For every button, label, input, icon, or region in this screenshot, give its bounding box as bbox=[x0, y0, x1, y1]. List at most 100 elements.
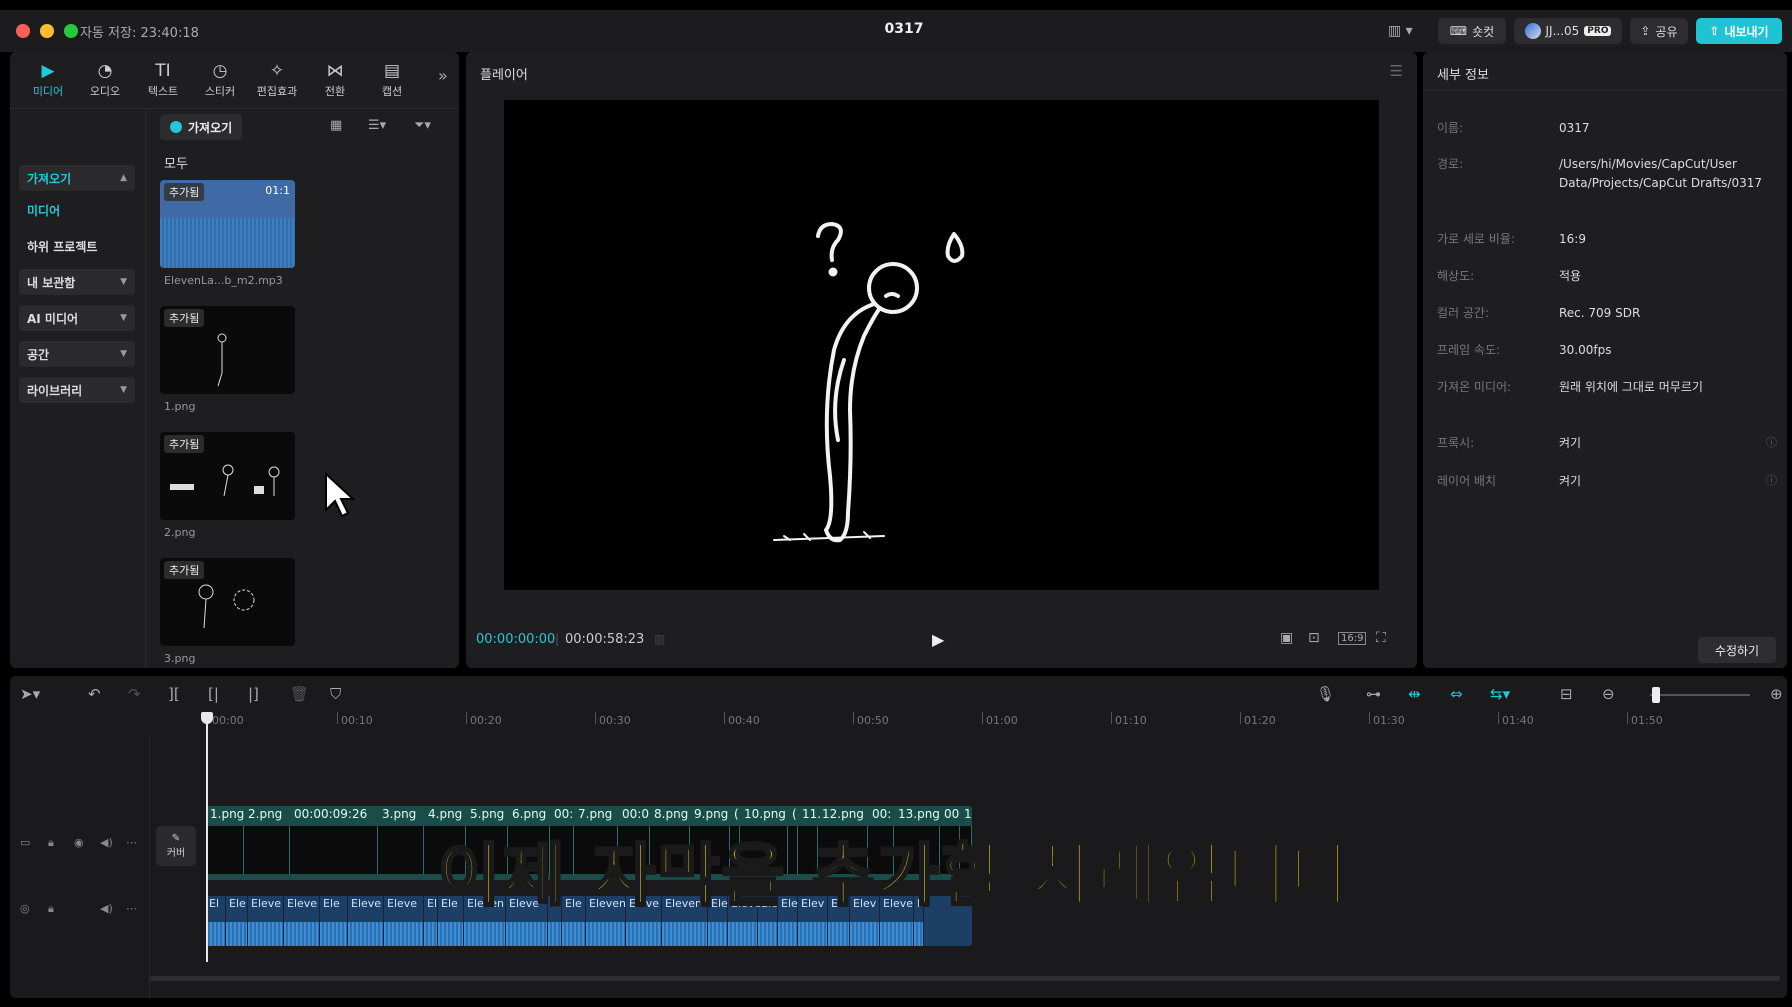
audio-waveform bbox=[798, 922, 827, 946]
link-icon[interactable]: ⊶ bbox=[1366, 685, 1381, 703]
media-item-image[interactable]: 추가됨 bbox=[160, 306, 295, 394]
audio-waveform bbox=[506, 922, 547, 946]
horizontal-scrollbar[interactable] bbox=[150, 976, 1780, 981]
video-clip-label: 11. bbox=[802, 807, 822, 821]
more-tabs-icon[interactable]: » bbox=[438, 66, 448, 85]
ruler-tick-label: 01:10 bbox=[1115, 714, 1147, 727]
undo-icon[interactable]: ↶ bbox=[88, 685, 101, 703]
media-item-name: 1.png bbox=[164, 400, 196, 413]
video-clip-label: 3.png bbox=[382, 807, 417, 821]
time-ruler[interactable]: 00:00 00:10 00:20 00:30 00:40 00:50 01:00 01:10… bbox=[208, 712, 1778, 732]
microphone-icon[interactable]: 🎙 bbox=[1316, 685, 1335, 703]
video-preview[interactable] bbox=[504, 100, 1379, 590]
chevron-down-icon: ▼ bbox=[120, 313, 127, 323]
ruler-tick-label: 00:40 bbox=[728, 714, 760, 727]
waveform-mini-icon: ▥ bbox=[654, 632, 666, 646]
trim-right-icon[interactable]: |] bbox=[248, 685, 259, 703]
share-button[interactable]: ⇪ 공유 bbox=[1630, 18, 1688, 44]
link-clips-icon[interactable]: ⇔ bbox=[1450, 685, 1463, 703]
ruler-tick bbox=[1498, 712, 1499, 724]
caption-icon: ▤ bbox=[383, 60, 401, 81]
divider bbox=[1423, 90, 1787, 91]
snap-icon[interactable]: ⇹ bbox=[1408, 685, 1421, 703]
tab-sticker[interactable]: ◷ 스티커 bbox=[193, 58, 247, 102]
stick-figure-thumbnail bbox=[217, 333, 227, 387]
play-button[interactable]: ▶ bbox=[932, 630, 944, 649]
chevron-down-icon: ▼ bbox=[120, 349, 127, 359]
tab-caption[interactable]: ▤ 캡션 bbox=[365, 58, 419, 102]
trim-left-icon[interactable]: [| bbox=[208, 685, 219, 703]
help-icon[interactable]: ⓘ bbox=[1766, 434, 1777, 450]
ruler-tick-label: 00:50 bbox=[857, 714, 889, 727]
audio-waveform bbox=[626, 922, 661, 946]
grid-view-icon[interactable]: ▦ bbox=[330, 118, 342, 133]
zoom-slider-handle[interactable] bbox=[1652, 687, 1660, 703]
audio-waveform bbox=[248, 922, 283, 946]
split-icon[interactable]: ][ bbox=[168, 685, 180, 703]
filter-icon[interactable]: ⏷▾ bbox=[414, 118, 431, 133]
video-clip-label: 10.png bbox=[744, 807, 786, 821]
nav-ai-media[interactable]: AI 미디어 ▼ bbox=[19, 305, 135, 331]
export-icon: ⇧ bbox=[1709, 24, 1720, 38]
audio-waveform bbox=[348, 922, 383, 946]
video-clip-label: 12.png bbox=[822, 807, 864, 821]
fullscreen-icon[interactable]: ⛶ bbox=[1376, 630, 1386, 646]
share-icon: ⇪ bbox=[1640, 24, 1651, 38]
duration-label: 01:1 bbox=[265, 184, 290, 197]
aspect-ratio-button[interactable]: 16:9 bbox=[1338, 632, 1367, 645]
tab-text[interactable]: TI 텍스트 bbox=[136, 58, 190, 102]
nav-subprojects[interactable]: 하위 프로젝트 bbox=[19, 233, 135, 259]
zoom-in-icon[interactable]: ⊕ bbox=[1770, 685, 1783, 703]
help-icon[interactable]: ⓘ bbox=[1766, 472, 1777, 488]
zoom-fit-icon[interactable]: ⊡ bbox=[1308, 630, 1320, 646]
tab-media[interactable]: ▶ 미디어 bbox=[21, 58, 75, 102]
nav-my-library[interactable]: 내 보관함 ▼ bbox=[19, 269, 135, 295]
zoom-slider[interactable] bbox=[1650, 694, 1750, 696]
ruler-tick bbox=[466, 712, 467, 724]
tab-transition[interactable]: ⋈ 전환 bbox=[308, 58, 362, 102]
nav-library[interactable]: 라이브러리 ▼ bbox=[19, 377, 135, 403]
video-subtitle-overlay: 이제 자막을 추가할 차례입니다 bbox=[436, 836, 1355, 918]
account-button[interactable]: JJ...05 PRO bbox=[1514, 18, 1622, 44]
audio-waveform bbox=[850, 922, 879, 946]
redo-icon[interactable]: ↷ bbox=[128, 685, 141, 703]
edit-button[interactable]: 수정하기 bbox=[1698, 637, 1776, 663]
select-tool-icon[interactable]: ➤▾ bbox=[20, 685, 40, 703]
nav-space[interactable]: 공간 ▼ bbox=[19, 341, 135, 367]
menu-icon[interactable]: ☰ bbox=[1390, 62, 1403, 80]
sort-icon[interactable]: ☰▾ bbox=[368, 118, 386, 133]
frame-icon[interactable]: ▣ bbox=[1280, 630, 1293, 646]
video-clip-label: ( bbox=[734, 807, 739, 821]
nav-media[interactable]: 미디어 bbox=[19, 197, 135, 223]
tab-effects[interactable]: ✧ 편집효과 bbox=[250, 58, 304, 102]
video-clip-label: 1.png bbox=[210, 807, 245, 821]
nav-import[interactable]: 가져오기 ▲ bbox=[19, 165, 135, 191]
ruler-tick-label: 00:20 bbox=[470, 714, 502, 727]
shortcut-button[interactable]: ⌨ 숏컷 bbox=[1438, 18, 1506, 44]
preview-axis-icon[interactable]: ⇆▾ bbox=[1490, 685, 1510, 703]
media-item-image[interactable]: 추가됨 bbox=[160, 558, 295, 646]
audio-waveform bbox=[586, 922, 625, 946]
export-button[interactable]: ⇧ 내보내기 bbox=[1696, 18, 1782, 44]
zoom-out-icon[interactable]: ⊖ bbox=[1602, 685, 1615, 703]
marker-icon[interactable]: ⛉ bbox=[330, 685, 341, 703]
ruler-tick-label: 01:50 bbox=[1631, 714, 1663, 727]
filter-all-label[interactable]: 모두 bbox=[164, 153, 188, 172]
video-clip-label: 9.png bbox=[694, 807, 729, 821]
layout-icon[interactable]: ▥ ▾ bbox=[1388, 23, 1413, 39]
user-name: JJ...05 bbox=[1545, 24, 1580, 38]
effects-icon: ✧ bbox=[269, 60, 285, 81]
audio-waveform bbox=[438, 922, 463, 946]
video-clip-label: 6.png bbox=[512, 807, 547, 821]
import-button[interactable]: 가져오기 bbox=[160, 114, 243, 140]
chevron-down-icon: ▼ bbox=[120, 385, 127, 395]
media-item-audio[interactable]: 추가됨 01:1 bbox=[160, 180, 295, 268]
ruler-tick-label: 01:00 bbox=[986, 714, 1018, 727]
media-item-image[interactable]: 추가됨 bbox=[160, 432, 295, 520]
player-title: 플레이어 bbox=[480, 68, 528, 83]
fit-timeline-icon[interactable]: ⊟ bbox=[1560, 685, 1573, 703]
ruler-tick bbox=[1240, 712, 1241, 724]
tab-audio[interactable]: ◔ 오디오 bbox=[78, 58, 132, 102]
scene-thumbnail bbox=[170, 464, 280, 497]
delete-icon[interactable]: 🗑 bbox=[290, 685, 309, 703]
